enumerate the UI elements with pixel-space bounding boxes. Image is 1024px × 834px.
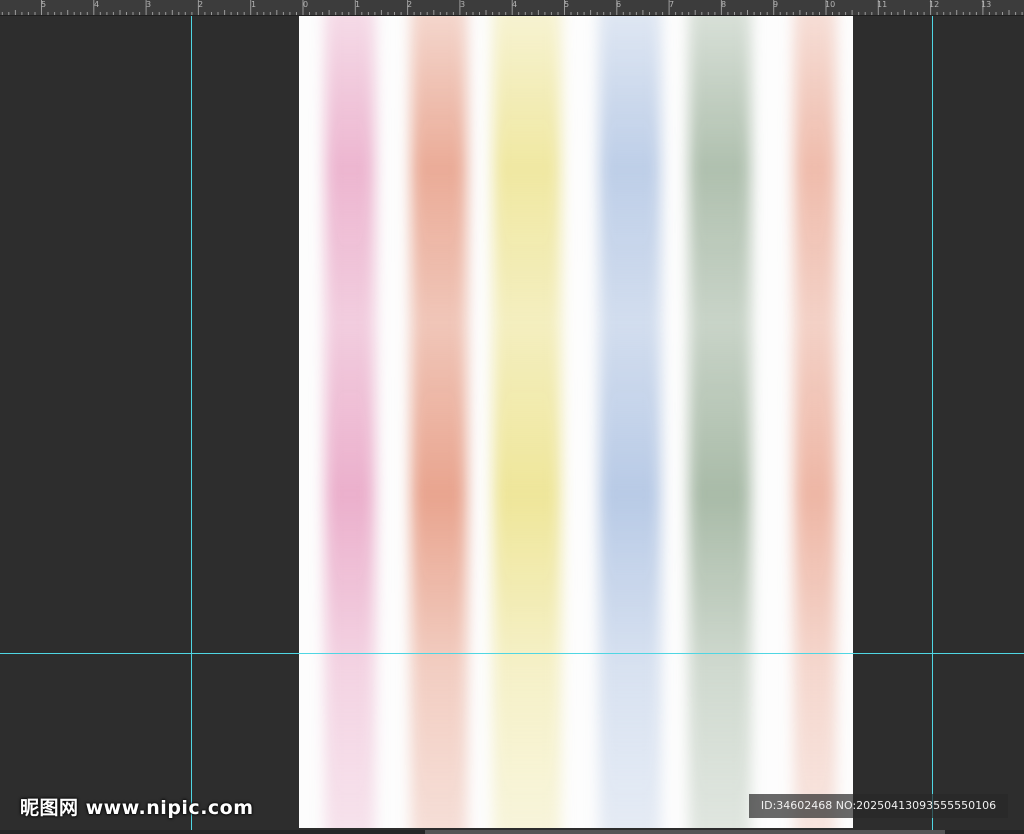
- yellow-stripe: [493, 16, 561, 828]
- ruler-label: 2: [407, 0, 413, 9]
- ruler-label: 4: [94, 0, 100, 9]
- ruler-label: 12: [929, 0, 940, 9]
- ruler-label: 11: [877, 0, 888, 9]
- blue-stripe: [599, 16, 661, 828]
- ruler-label: 5: [41, 0, 47, 9]
- scrollbar-thumb[interactable]: [425, 830, 945, 834]
- artboard[interactable]: [299, 16, 853, 828]
- ruler-label: 6: [616, 0, 622, 9]
- document-canvas[interactable]: [0, 16, 1024, 834]
- vertical-guide-right[interactable]: [932, 16, 933, 834]
- green-stripe: [689, 16, 751, 828]
- brand-watermark: 昵图网 www.nipic.com: [20, 797, 254, 819]
- ruler-label: 7: [669, 0, 675, 9]
- ruler-label: 9: [773, 0, 779, 9]
- ruler-label: 8: [721, 0, 727, 9]
- salmon-stripe: [794, 16, 836, 828]
- ruler-label: 10: [825, 0, 836, 9]
- ruler-label: 1: [251, 0, 257, 9]
- ruler-label: 3: [460, 0, 466, 9]
- ruler-label: 1: [355, 0, 361, 9]
- ruler-label: 0: [303, 0, 309, 9]
- vertical-guide-left[interactable]: [191, 16, 192, 834]
- pink-stripe: [325, 16, 375, 828]
- ruler-label: 5: [564, 0, 570, 9]
- ruler-label: 13: [981, 0, 992, 9]
- horizontal-scrollbar[interactable]: [0, 830, 1024, 834]
- horizontal-ruler[interactable]: 5 4 3 2 1 0 1 2 3 4 5 6 7 8 9 10 11 12 1…: [0, 0, 1024, 16]
- ruler-label: 4: [512, 0, 518, 9]
- ruler-label: 2: [198, 0, 204, 9]
- ruler-label: 3: [146, 0, 152, 9]
- id-watermark: ID:34602468 NO:20250413093555550106: [749, 794, 1008, 818]
- coral-stripe: [411, 16, 467, 828]
- horizontal-guide[interactable]: [0, 653, 1024, 654]
